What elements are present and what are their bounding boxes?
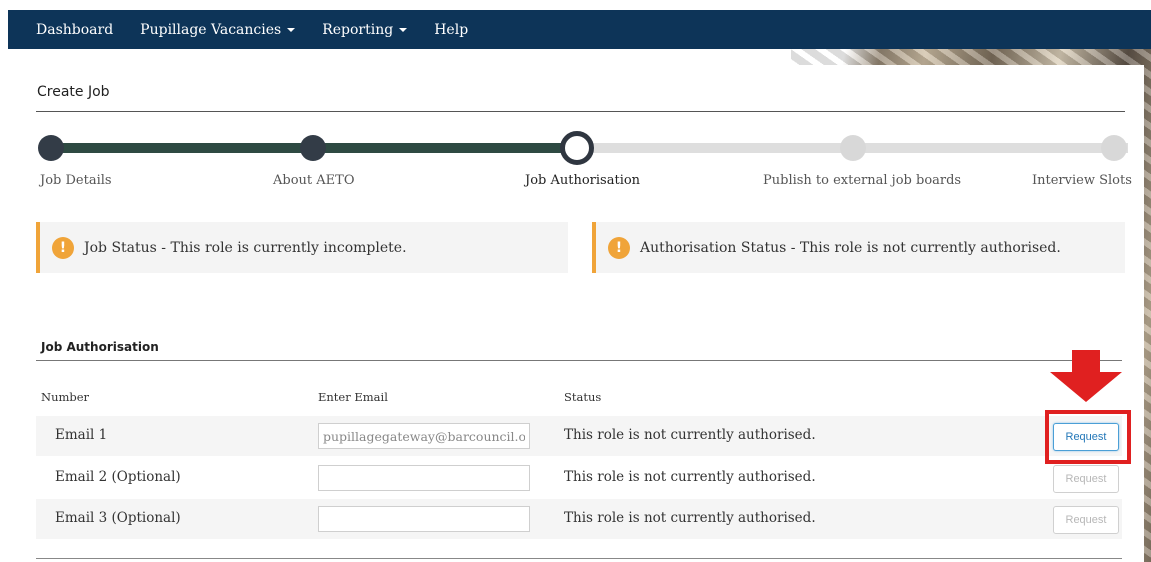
arrow-down-icon — [1050, 350, 1122, 402]
caret-down-icon — [399, 27, 408, 32]
nav-pupillage-vacancies[interactable]: Pupillage Vacancies — [140, 21, 296, 38]
request-button-3[interactable]: Request — [1053, 506, 1119, 534]
job-status-alert: ! Job Status - This role is currently in… — [36, 222, 568, 273]
section-divider — [36, 360, 1122, 361]
column-header-email: Enter Email — [318, 390, 388, 404]
nav-dashboard-label: Dashboard — [36, 21, 114, 38]
row-status: This role is not currently authorised. — [564, 510, 816, 526]
section-title: Job Authorisation — [41, 340, 159, 354]
nav-help-label: Help — [434, 21, 469, 38]
step-label-publish[interactable]: Publish to external job boards — [763, 173, 961, 188]
step-dot-publish[interactable] — [840, 135, 866, 161]
exclamation-circle-icon: ! — [608, 236, 630, 259]
row-label: Email 3 (Optional) — [55, 510, 181, 526]
step-dot-job-authorisation[interactable] — [560, 131, 594, 165]
row-label: Email 1 — [55, 427, 108, 443]
row-label: Email 2 (Optional) — [55, 469, 181, 485]
step-label-job-details[interactable]: Job Details — [40, 173, 112, 188]
nav-reporting-label: Reporting — [322, 21, 394, 38]
bottom-divider — [36, 558, 1122, 559]
email-3-input[interactable] — [318, 506, 530, 532]
step-label-about-aeto[interactable]: About AETO — [273, 173, 354, 188]
request-button-1[interactable]: Request — [1053, 423, 1119, 451]
row-status: This role is not currently authorised. — [564, 469, 816, 485]
table-row: Email 3 (Optional) This role is not curr… — [36, 499, 1122, 539]
top-navbar: Dashboard Pupillage Vacancies Reporting … — [8, 10, 1151, 49]
auth-status-alert: ! Authorisation Status - This role is no… — [592, 222, 1125, 273]
column-header-number: Number — [41, 390, 90, 404]
row-status: This role is not currently authorised. — [564, 427, 816, 443]
nav-reporting[interactable]: Reporting — [322, 21, 408, 38]
table-row: Email 1 This role is not currently autho… — [36, 416, 1122, 456]
auth-status-text: Authorisation Status - This role is not … — [640, 239, 1061, 256]
table-row: Email 2 (Optional) This role is not curr… — [36, 458, 1122, 498]
step-dot-about-aeto[interactable] — [300, 135, 326, 161]
title-divider — [36, 111, 1125, 112]
job-status-text: Job Status - This role is currently inco… — [84, 239, 407, 256]
step-label-interview-slots[interactable]: Interview Slots — [1032, 173, 1132, 188]
request-button-2[interactable]: Request — [1053, 465, 1119, 493]
email-1-input[interactable] — [318, 423, 530, 449]
caret-down-icon — [287, 27, 296, 32]
nav-dashboard[interactable]: Dashboard — [36, 22, 113, 38]
page-title: Create Job — [37, 84, 110, 100]
create-job-panel: Create Job Job Details About AETO Job Au… — [18, 65, 1144, 562]
exclamation-circle-icon: ! — [52, 236, 74, 259]
nav-pupillage-vacancies-label: Pupillage Vacancies — [140, 21, 282, 38]
step-dot-job-details[interactable] — [38, 135, 64, 161]
step-dot-interview-slots[interactable] — [1101, 135, 1127, 161]
column-header-status: Status — [564, 390, 602, 404]
nav-help[interactable]: Help — [434, 22, 468, 38]
step-label-job-authorisation[interactable]: Job Authorisation — [525, 173, 640, 188]
email-2-input[interactable] — [318, 465, 530, 491]
